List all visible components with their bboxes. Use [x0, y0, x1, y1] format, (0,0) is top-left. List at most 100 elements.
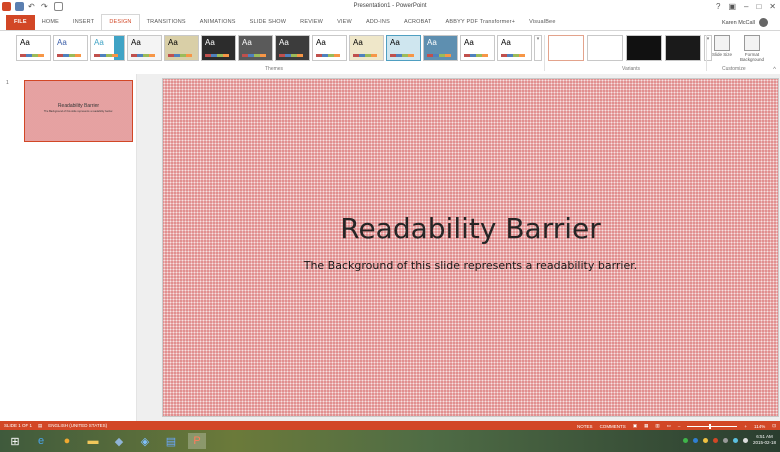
tray-icon[interactable] — [722, 437, 728, 443]
file-explorer-icon[interactable]: ▬ — [84, 433, 102, 449]
tab-visualbee[interactable]: VisualBee — [522, 15, 562, 30]
format-background-button[interactable]: Format Background — [740, 35, 764, 62]
tab-slide-show[interactable]: SLIDE SHOW — [243, 15, 294, 30]
title-bar: ↶ ↷ Presentation1 - PowerPoint ? ▣ – □ ✕ — [0, 0, 780, 15]
app-icon[interactable]: ◆ — [110, 433, 128, 449]
fit-to-window-icon[interactable]: ⊡ — [772, 423, 776, 429]
zoom-in-icon[interactable]: + — [744, 424, 747, 429]
status-bar: SLIDE 1 OF 1 ▤ ENGLISH (UNITED STATES) N… — [0, 421, 780, 430]
close-icon[interactable]: ✕ — [769, 2, 776, 11]
zoom-slider-knob[interactable] — [709, 423, 712, 429]
window-title: Presentation1 - PowerPoint — [353, 3, 427, 9]
maximize-icon[interactable]: □ — [756, 2, 761, 11]
theme-thumbnail[interactable]: Aa — [201, 35, 236, 61]
theme-thumbnail[interactable]: Aa — [497, 35, 532, 61]
tab-transitions[interactable]: TRANSITIONS — [140, 15, 193, 30]
group-separator — [706, 35, 707, 71]
tab-abbyy[interactable]: ABBYY PDF Transformer+ — [439, 15, 523, 30]
normal-view-icon[interactable]: ▣ — [633, 423, 637, 429]
ribbon: Aa Aa Aa Aa Aa Aa Aa Aa Aa Aa Aa Aa Aa A… — [0, 30, 780, 76]
themes-more-button[interactable]: ▾ — [534, 35, 542, 61]
theme-thumbnail[interactable]: Aa — [312, 35, 347, 61]
thumbnail-title: Readability Barrier — [57, 103, 100, 109]
theme-thumbnail[interactable]: Aa — [164, 35, 199, 61]
collapse-ribbon-icon[interactable]: ^ — [773, 67, 776, 73]
theme-thumbnail[interactable]: Aa — [460, 35, 495, 61]
tray-icon[interactable] — [692, 437, 698, 443]
theme-thumbnail[interactable]: Aa — [16, 35, 51, 61]
themes-gallery: Aa Aa Aa Aa Aa Aa Aa Aa Aa Aa Aa Aa Aa A… — [16, 35, 542, 61]
slide-number: 1 — [6, 80, 9, 86]
variants-gallery: ▾ — [548, 35, 712, 61]
tab-add-ins[interactable]: ADD-INS — [359, 15, 397, 30]
variant-thumbnail[interactable] — [548, 35, 584, 61]
format-background-icon — [744, 35, 760, 51]
group-separator — [544, 35, 545, 71]
ribbon-display-icon[interactable]: ▣ — [728, 2, 736, 11]
theme-thumbnail[interactable]: Aa — [127, 35, 162, 61]
tab-view[interactable]: VIEW — [330, 15, 359, 30]
tab-file[interactable]: FILE — [6, 15, 35, 30]
slide-show-icon[interactable]: ▭ — [667, 423, 671, 429]
thumbnail-subtitle: The Background of this slide represents … — [43, 110, 114, 113]
minimize-icon[interactable]: – — [744, 2, 748, 11]
powerpoint-taskbar-icon[interactable]: P — [188, 433, 206, 449]
variant-thumbnail[interactable] — [665, 35, 701, 61]
zoom-out-icon[interactable]: – — [678, 424, 681, 429]
slide-title[interactable]: Readability Barrier — [163, 212, 778, 245]
theme-thumbnail[interactable]: Aa — [238, 35, 273, 61]
app-icon[interactable]: ◈ — [136, 433, 154, 449]
tab-review[interactable]: REVIEW — [293, 15, 330, 30]
spelling-icon[interactable]: ▤ — [38, 423, 42, 429]
slide-sorter-icon[interactable]: ▦ — [644, 423, 648, 429]
customize-group-label: Customize — [722, 66, 746, 72]
theme-thumbnail[interactable]: Aa — [386, 35, 421, 61]
theme-thumbnail[interactable]: Aa — [53, 35, 88, 61]
slide-size-button[interactable]: Slide Size — [710, 35, 734, 62]
tray-icon[interactable] — [702, 437, 708, 443]
tab-insert[interactable]: INSERT — [66, 15, 101, 30]
help-icon[interactable]: ? — [716, 2, 720, 11]
user-name: Karen McCall — [721, 19, 755, 26]
zoom-slider[interactable] — [687, 423, 738, 429]
theme-thumbnail[interactable]: Aa — [349, 35, 384, 61]
slide-size-icon — [714, 35, 730, 51]
slide-editing-area: Readability Barrier The Background of th… — [137, 74, 780, 421]
volume-icon[interactable] — [742, 437, 748, 443]
variants-group-label: Variants — [622, 66, 640, 72]
slide-count: SLIDE 1 OF 1 — [4, 423, 33, 428]
comments-button[interactable]: COMMENTS — [600, 424, 626, 429]
themes-group-label: Themes — [265, 66, 284, 72]
reading-view-icon[interactable]: ▥ — [655, 423, 659, 429]
tray-icon[interactable] — [682, 437, 688, 443]
theme-thumbnail[interactable]: Aa — [423, 35, 458, 61]
windows-taskbar: ⊞ e ● ▬ ◆ ◈ ▤ P 6:51 AM 2015-02-18 — [0, 430, 780, 452]
notes-button[interactable]: NOTES — [577, 424, 593, 429]
clock[interactable]: 6:51 AM 2015-02-18 — [753, 434, 776, 446]
window-controls: ? ▣ – □ ✕ — [716, 2, 776, 11]
slide-canvas[interactable]: Readability Barrier The Background of th… — [162, 78, 779, 417]
customize-group: Slide Size Format Background — [710, 35, 764, 62]
tray-icon[interactable] — [732, 437, 738, 443]
tray-icon[interactable] — [712, 437, 718, 443]
system-tray: 6:51 AM 2015-02-18 — [682, 434, 776, 446]
tab-acrobat[interactable]: ACROBAT — [397, 15, 439, 30]
tab-home[interactable]: HOME — [35, 15, 66, 30]
tab-animations[interactable]: ANIMATIONS — [193, 15, 243, 30]
language-indicator[interactable]: ENGLISH (UNITED STATES) — [48, 423, 107, 429]
variant-thumbnail[interactable] — [626, 35, 662, 61]
variant-thumbnail[interactable] — [587, 35, 623, 61]
clock-date: 2015-02-18 — [752, 440, 776, 445]
start-icon[interactable]: ⊞ — [6, 433, 24, 449]
firefox-icon[interactable]: ● — [58, 433, 76, 449]
outlook-icon[interactable]: ▤ — [162, 433, 180, 449]
theme-thumbnail[interactable]: Aa — [90, 35, 125, 61]
tab-design[interactable]: DESIGN — [101, 14, 140, 31]
slide-thumbnails-pane: 1 Readability Barrier The Background of … — [0, 74, 137, 421]
slide-thumbnail[interactable]: Readability Barrier The Background of th… — [24, 80, 133, 142]
theme-thumbnail[interactable]: Aa — [275, 35, 310, 61]
zoom-level[interactable]: 114% — [754, 424, 765, 429]
slide-subtitle[interactable]: The Background of this slide represents … — [163, 259, 778, 272]
user-account[interactable]: Karen McCall — [722, 18, 768, 27]
internet-explorer-icon[interactable]: e — [32, 433, 50, 449]
